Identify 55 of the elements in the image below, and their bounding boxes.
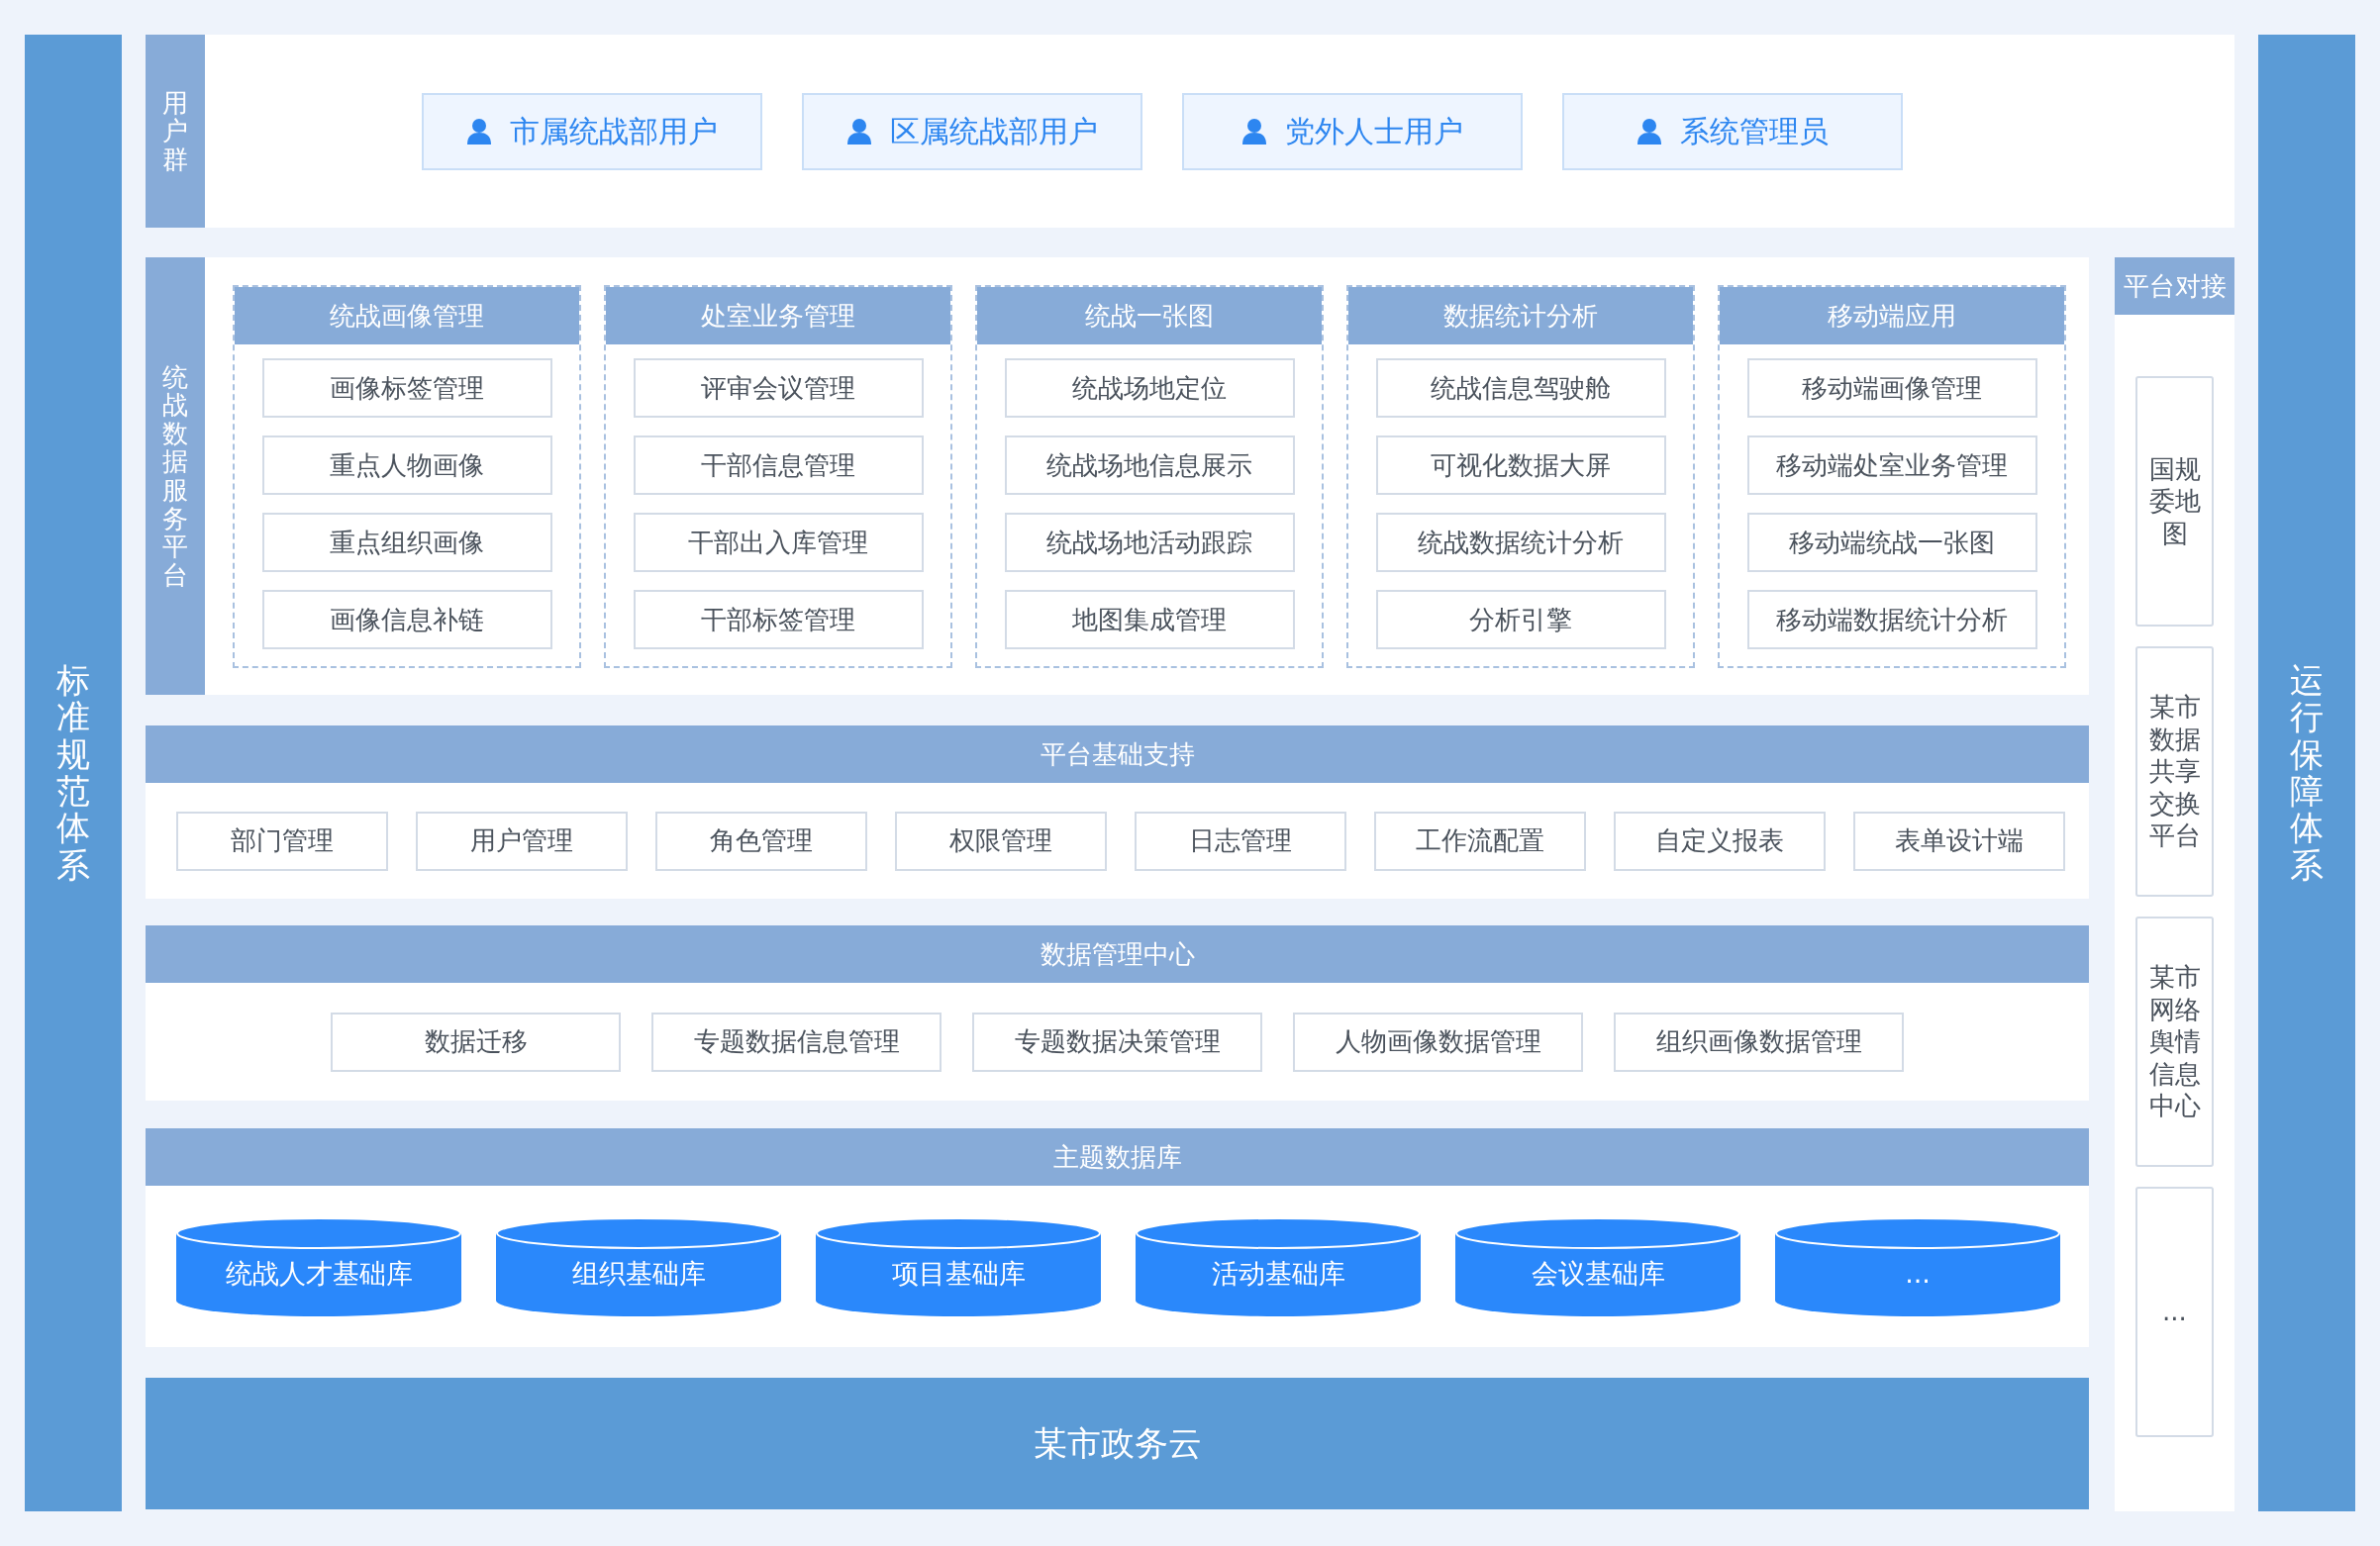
module-item: 统战场地定位 (1004, 358, 1295, 418)
module-item: 人物画像数据管理 (1293, 1012, 1583, 1072)
section-header: 移动端应用 (1720, 287, 2064, 344)
module-item: 评审会议管理 (633, 358, 924, 418)
user-role-card: 区属统战部用户 (802, 92, 1142, 170)
module-item: 权限管理 (895, 811, 1107, 871)
module-item: 部门管理 (176, 811, 388, 871)
section-header: 数据统计分析 (1348, 287, 1693, 344)
module-item: 重点人物画像 (261, 435, 552, 495)
module-item: 画像标签管理 (261, 358, 552, 418)
side-bar: 运行保障体系 (2258, 35, 2355, 1511)
section-header: 平台基础支持 (146, 725, 2089, 783)
user-role-card: 系统管理员 (1562, 92, 1903, 170)
section-header: 统战一张图 (977, 287, 1322, 344)
module-item: 分析引擎 (1375, 590, 1666, 649)
module-item: 角色管理 (655, 811, 867, 871)
module-item: 重点组织画像 (261, 513, 552, 572)
docking-item: 某市数据共享交换平台 (2135, 646, 2214, 897)
module-item: 移动端数据统计分析 (1746, 590, 2037, 649)
side-bar: 标准规范体系 (25, 35, 122, 1511)
section-header: 处室业务管理 (606, 287, 950, 344)
module-item: 地图集成管理 (1004, 590, 1295, 649)
module-item: 统战场地信息展示 (1004, 435, 1295, 495)
module-item: 干部出入库管理 (633, 513, 924, 572)
docking-item: ... (2135, 1187, 2214, 1437)
module-item: 表单设计端 (1853, 811, 2065, 871)
module-item: 移动端画像管理 (1746, 358, 2037, 418)
module-item: 日志管理 (1135, 811, 1346, 871)
module-item: 专题数据信息管理 (651, 1012, 942, 1072)
module-item: 自定义报表 (1614, 811, 1826, 871)
module-item: 干部信息管理 (633, 435, 924, 495)
module-item: 专题数据决策管理 (972, 1012, 1262, 1072)
module-item: 用户管理 (416, 811, 628, 871)
module-item: 统战数据统计分析 (1375, 513, 1666, 572)
module-item: 画像信息补链 (261, 590, 552, 649)
module-item: 统战场地活动跟踪 (1004, 513, 1295, 572)
module-item: 可视化数据大屏 (1375, 435, 1666, 495)
panel-label: 统战数据服务平台 (146, 257, 205, 695)
module-item: 移动端处室业务管理 (1746, 435, 2037, 495)
cloud-bar: 某市政务云 (146, 1378, 2089, 1509)
module-item: 组织画像数据管理 (1614, 1012, 1904, 1072)
section-header: 平台对接 (2115, 257, 2234, 315)
module-item: 移动端统战一张图 (1746, 513, 2037, 572)
module-item: 数据迁移 (331, 1012, 621, 1072)
module-item: 统战信息驾驶舱 (1375, 358, 1666, 418)
user-role-card: 党外人士用户 (1182, 92, 1523, 170)
docking-item: 国规委地图 (2135, 376, 2214, 627)
module-item: 干部标签管理 (633, 590, 924, 649)
docking-item: 某市网络舆情信息中心 (2135, 917, 2214, 1167)
section-header: 数据管理中心 (146, 925, 2089, 983)
section-header: 主题数据库 (146, 1128, 2089, 1186)
section-header: 统战画像管理 (235, 287, 579, 344)
module-item: 工作流配置 (1374, 811, 1586, 871)
panel-label: 用户群 (146, 35, 205, 228)
user-role-card: 市属统战部用户 (422, 92, 762, 170)
